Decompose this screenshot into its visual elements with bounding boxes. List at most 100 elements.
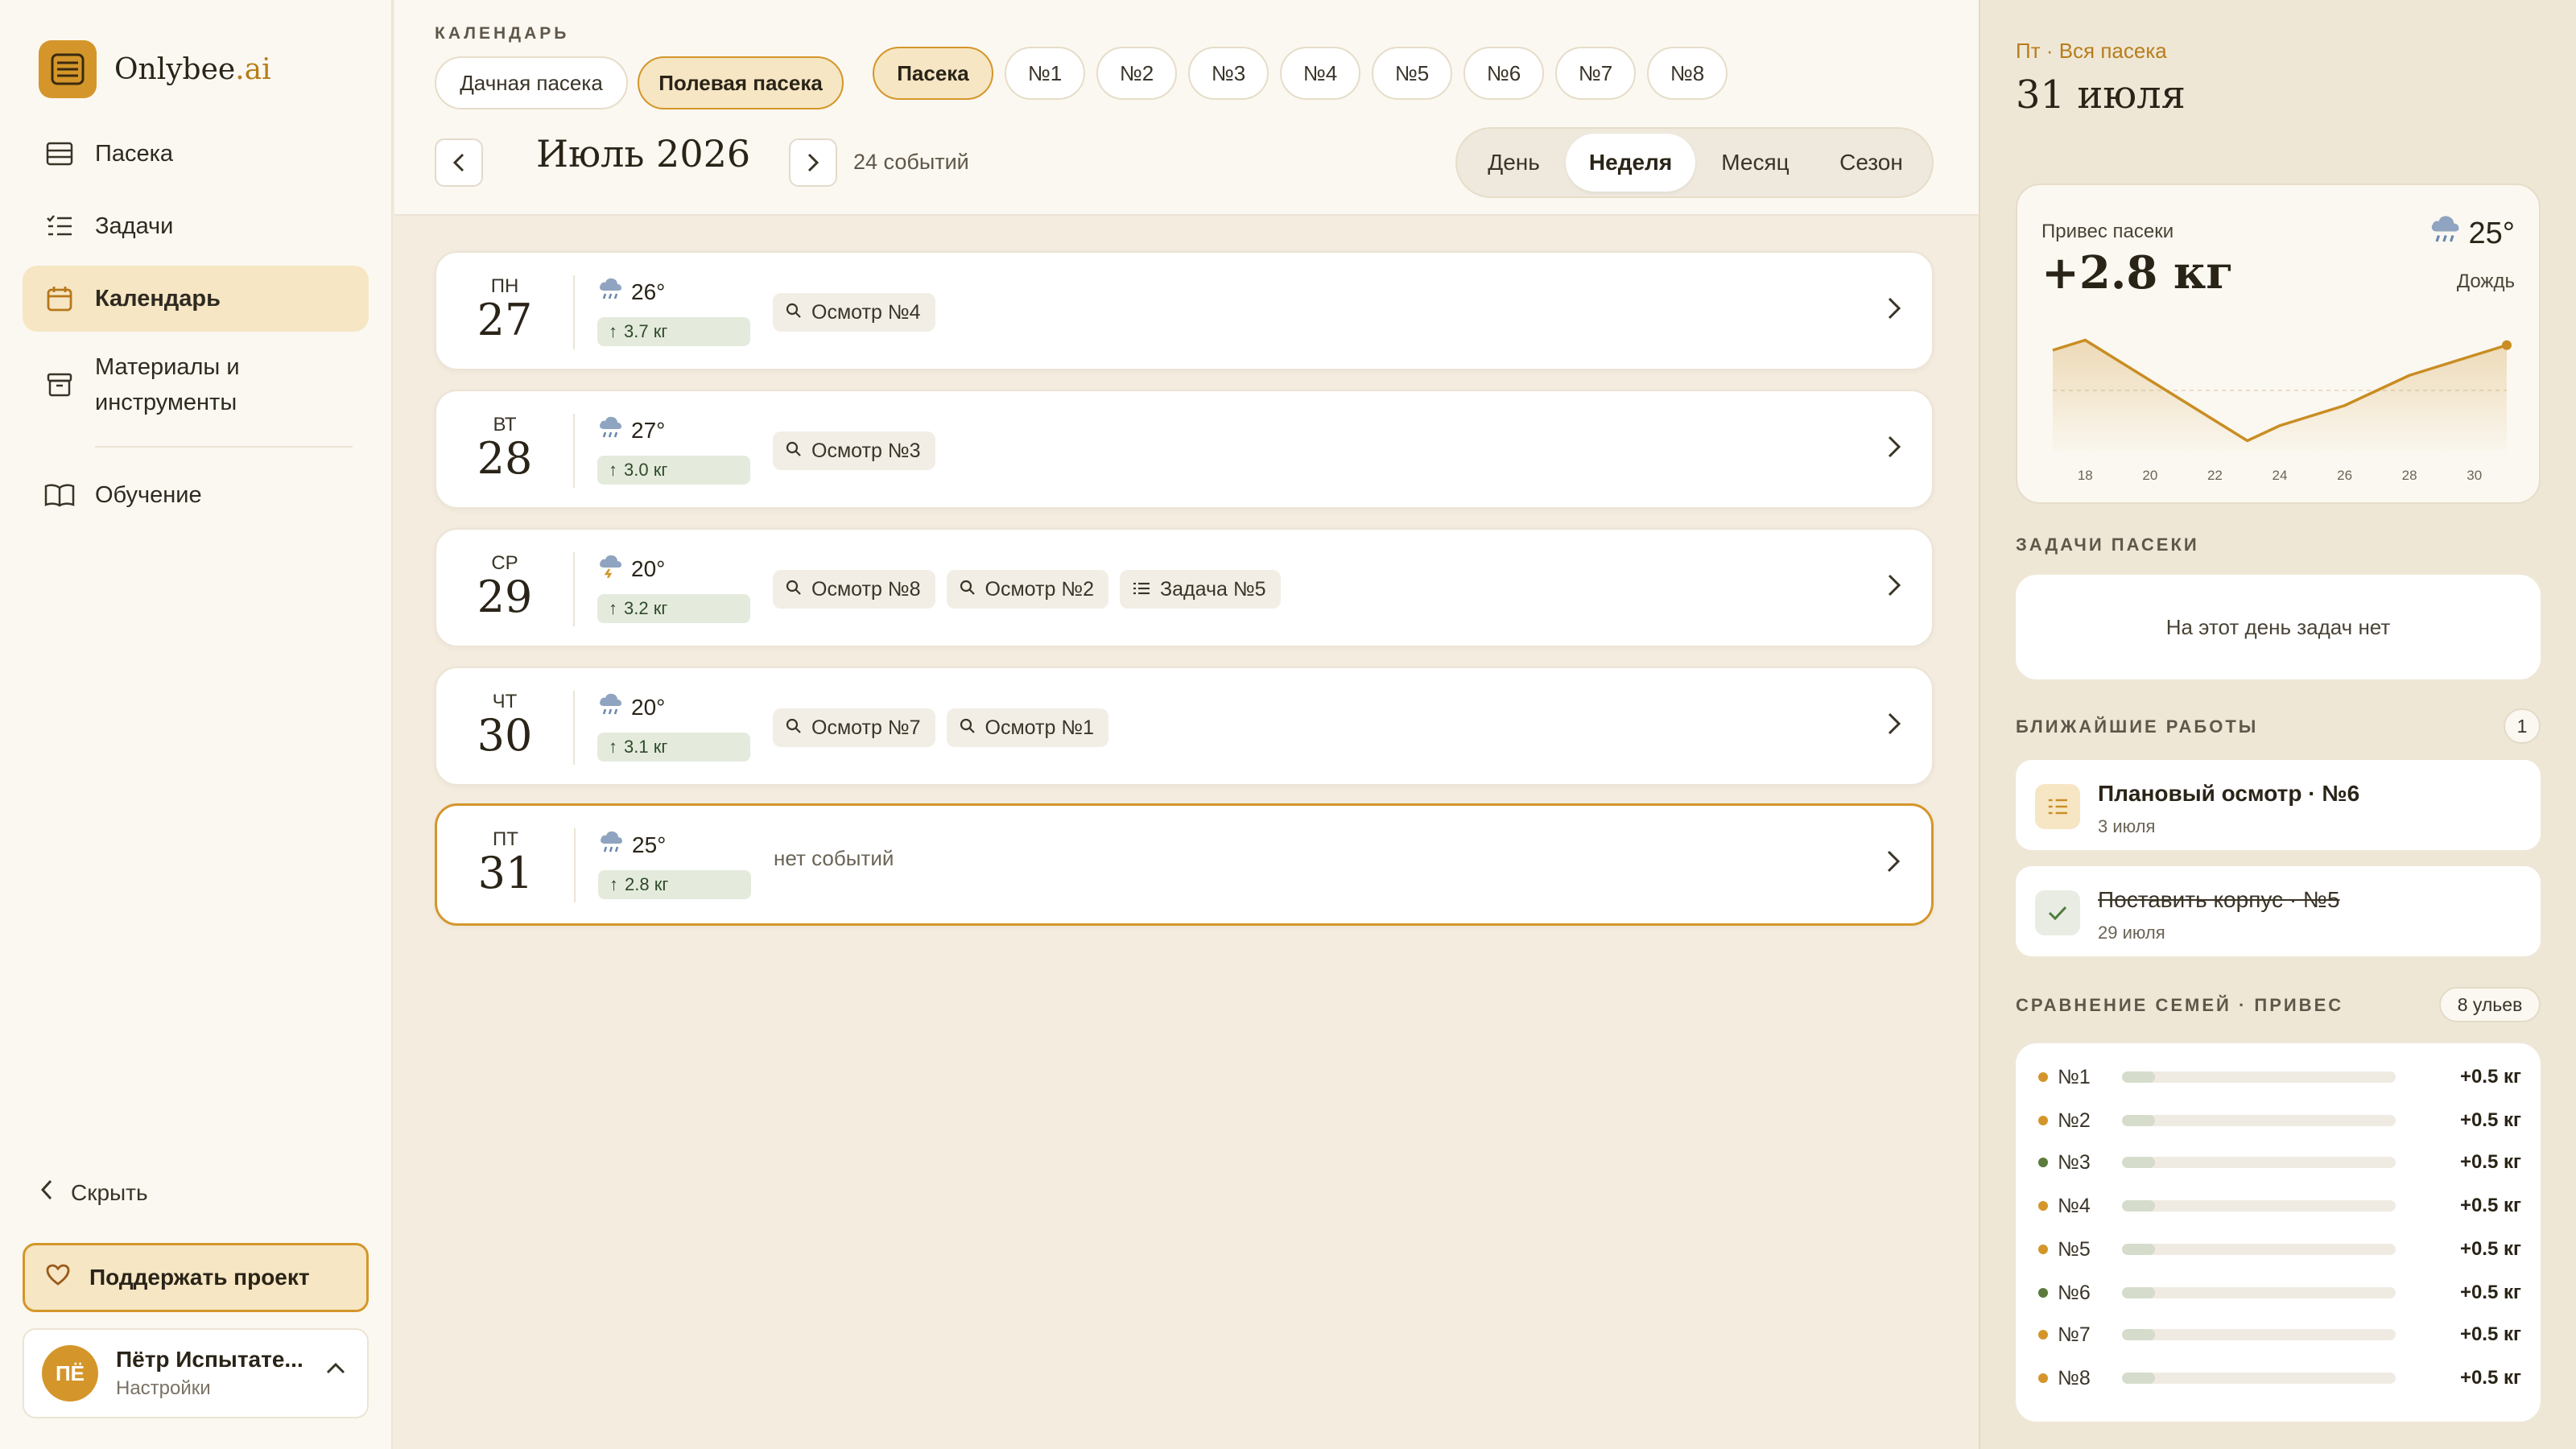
chevron-up-icon[interactable]: [325, 1362, 346, 1379]
apiary-filter-dacha[interactable]: Дачная пасека: [435, 56, 628, 109]
hive-filter-7[interactable]: №7: [1555, 47, 1636, 100]
gain-bar: [2122, 1373, 2396, 1384]
nav-divider: [95, 446, 353, 448]
gain-bar: [2122, 1115, 2396, 1126]
gain-value: +0.5 кг: [2459, 1282, 2521, 1303]
day-row[interactable]: ПН 27 26° ↑ 3.7 кг Осмотр №4: [435, 251, 1934, 370]
gain-value: +0.5 кг: [2459, 1195, 2521, 1216]
search-icon: [786, 301, 802, 324]
view-season-tab[interactable]: Сезон: [1815, 134, 1927, 192]
day-weather: 20°: [597, 554, 665, 584]
chevron-right-icon[interactable]: [1886, 849, 1901, 877]
hive-compare-row[interactable]: №8 +0.5 кг: [2038, 1362, 2521, 1394]
no-events-text: нет событий: [774, 846, 894, 870]
gain-value: +0.5 кг: [2459, 1238, 2521, 1260]
brand[interactable]: Onlybee.ai: [39, 40, 271, 98]
upcoming-count-badge: 1: [2504, 708, 2541, 744]
view-day-tab[interactable]: День: [1462, 134, 1566, 192]
chart-tick-label: 28: [2402, 468, 2417, 483]
day-events: Осмотр №8 Осмотр №2 Задача №5: [773, 570, 1292, 609]
hive-filter-1[interactable]: №1: [1005, 47, 1085, 100]
hive-name: №7: [2058, 1323, 2091, 1346]
chart-tick-label: 22: [2207, 468, 2223, 483]
event-chip[interactable]: Осмотр №8: [773, 570, 935, 609]
day-events: нет событий: [774, 846, 894, 871]
sidebar-item-calendar[interactable]: Календарь: [23, 266, 369, 332]
gain-bar-fill: [2122, 1287, 2155, 1298]
prev-month-button[interactable]: [435, 138, 483, 187]
gain-value: +0.5 кг: [2459, 1367, 2521, 1389]
hive-color-dot: [2038, 1330, 2048, 1340]
gain-bar: [2122, 1157, 2396, 1168]
support-project-button[interactable]: Поддержать проект: [23, 1243, 369, 1312]
list-icon: [1133, 578, 1150, 601]
hive-compare-card: №1 +0.5 кг №2 +0.5 кг №3 +0.5 кг №4 +0.5 кг …: [2016, 1043, 2541, 1422]
hive-compare-row[interactable]: №4 +0.5 кг: [2038, 1190, 2521, 1222]
event-chip[interactable]: Осмотр №4: [773, 293, 935, 332]
upcoming-work-item-done[interactable]: Поставить корпус · №5 29 июля: [2016, 866, 2541, 956]
hive-color-dot: [2038, 1158, 2048, 1167]
arrow-up-icon: ↑: [609, 460, 617, 480]
panel-title: 31 июля: [2016, 72, 2186, 118]
heart-icon: [46, 1264, 70, 1292]
view-week-tab[interactable]: Неделя: [1566, 134, 1695, 192]
next-month-button[interactable]: [789, 138, 837, 187]
divider: [573, 414, 575, 488]
chevron-right-icon[interactable]: [1887, 435, 1901, 463]
arrow-up-icon: ↑: [609, 598, 617, 618]
hive-filter-5[interactable]: №5: [1372, 47, 1452, 100]
sidebar-item-apiary[interactable]: Пасека: [23, 121, 369, 187]
rain-cloud-icon: [597, 277, 623, 307]
sidebar-item-materials[interactable]: Материалы и инструменты: [23, 338, 369, 431]
day-number: 29: [477, 572, 533, 622]
gain-bar: [2122, 1244, 2396, 1255]
hive-compare-row[interactable]: №2 +0.5 кг: [2038, 1104, 2521, 1137]
chevron-right-icon[interactable]: [1887, 712, 1901, 740]
sidebar-item-label: Задачи: [95, 213, 174, 239]
gain-value: +0.5 кг: [2459, 1151, 2521, 1173]
sidebar-item-learning[interactable]: Обучение: [23, 462, 369, 528]
chevron-right-icon[interactable]: [1887, 573, 1901, 601]
hive-name: №4: [2058, 1194, 2091, 1217]
day-row[interactable]: ЧТ 30 20° ↑ 3.1 кг Осмотр №7 Осмотр №1: [435, 667, 1934, 786]
hive-filter-all[interactable]: Пасека: [873, 47, 993, 100]
hive-name: №8: [2058, 1366, 2091, 1389]
hive-filter-4[interactable]: №4: [1280, 47, 1360, 100]
user-card[interactable]: ПЁ Пётр Испытате... Настройки: [23, 1328, 369, 1418]
hive-filter-2[interactable]: №2: [1096, 47, 1177, 100]
day-events: Осмотр №4: [773, 293, 947, 332]
event-chip[interactable]: Осмотр №2: [946, 570, 1109, 609]
hive-filter-6[interactable]: №6: [1463, 47, 1544, 100]
hive-filter-8[interactable]: №8: [1647, 47, 1728, 100]
sidebar-item-tasks[interactable]: Задачи: [23, 193, 369, 259]
day-row-today[interactable]: ПТ 31 25° ↑ 2.8 кг нет событий: [435, 803, 1934, 926]
hide-sidebar-button[interactable]: Скрыть: [40, 1179, 148, 1206]
avatar: ПЁ: [42, 1345, 98, 1402]
hive-compare-row[interactable]: №1 +0.5 кг: [2038, 1061, 2521, 1093]
arrow-up-icon: ↑: [609, 737, 617, 757]
upcoming-work-item[interactable]: Плановый осмотр · №6 3 июля: [2016, 760, 2541, 850]
event-chip[interactable]: Задача №5: [1120, 570, 1281, 609]
apiary-filter-field[interactable]: Полевая пасека: [638, 56, 844, 109]
user-settings-label: Настройки: [116, 1377, 211, 1399]
event-chip[interactable]: Осмотр №7: [773, 708, 935, 747]
hive-compare-row[interactable]: №5 +0.5 кг: [2038, 1233, 2521, 1265]
hive-compare-row[interactable]: №6 +0.5 кг: [2038, 1277, 2521, 1309]
brand-name: Onlybee.ai: [114, 52, 271, 86]
hive-color-dot: [2038, 1373, 2048, 1383]
book-icon: [43, 479, 76, 511]
hive-compare-row[interactable]: №7 +0.5 кг: [2038, 1319, 2521, 1351]
calendar-header: КАЛЕНДАРЬ Дачная пасека Полевая пасека П…: [394, 0, 1979, 216]
view-month-tab[interactable]: Месяц: [1695, 134, 1815, 192]
event-chip[interactable]: Осмотр №3: [773, 431, 935, 470]
hive-compare-row[interactable]: №3 +0.5 кг: [2038, 1146, 2521, 1179]
hive-filter-3[interactable]: №3: [1188, 47, 1269, 100]
event-chip[interactable]: Осмотр №1: [946, 708, 1109, 747]
chevron-right-icon[interactable]: [1887, 296, 1901, 324]
chart-point: [2502, 340, 2512, 350]
day-row[interactable]: ВТ 28 27° ↑ 3.0 кг Осмотр №3: [435, 390, 1934, 509]
day-row[interactable]: СР 29 20° ↑ 3.2 кг Осмотр №8 Осмотр №2 За…: [435, 528, 1934, 647]
divider: [574, 828, 576, 902]
checklist-icon: [43, 210, 76, 242]
sidebar-item-label: Обучение: [95, 481, 202, 508]
